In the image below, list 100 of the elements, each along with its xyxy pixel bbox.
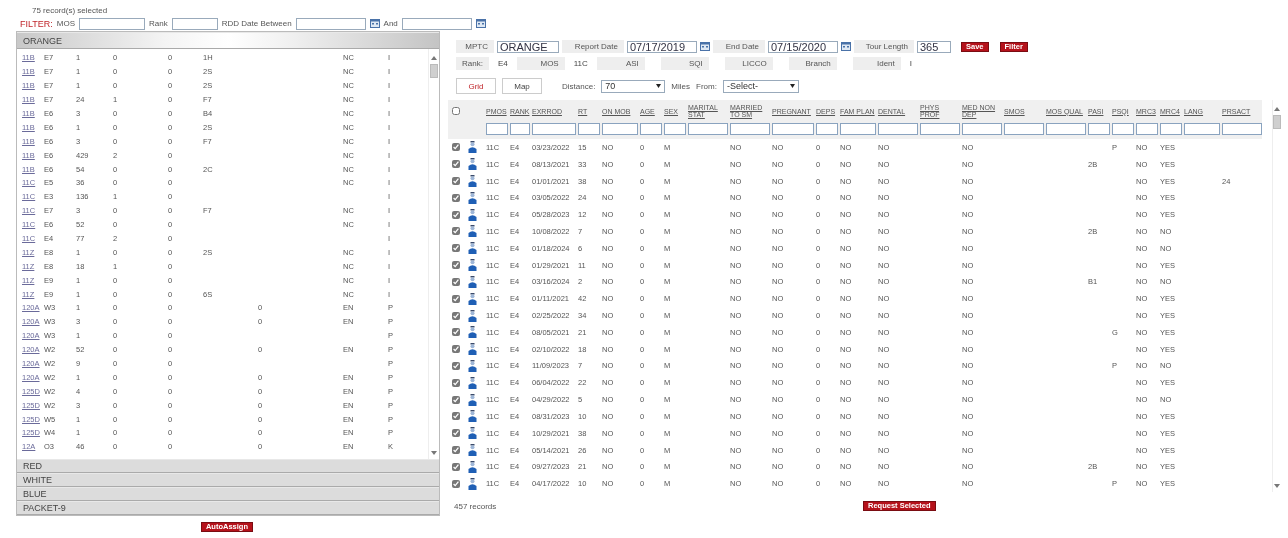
row-checkbox[interactable] bbox=[452, 193, 460, 202]
date-field[interactable] bbox=[295, 17, 366, 30]
row-checkbox[interactable] bbox=[452, 361, 460, 370]
column-filter-field[interactable] bbox=[962, 123, 1002, 135]
person-icon[interactable] bbox=[468, 191, 477, 204]
row-checkbox[interactable] bbox=[452, 412, 460, 421]
select-all-checkbox[interactable] bbox=[452, 107, 460, 115]
column-filter-field[interactable] bbox=[1046, 123, 1086, 135]
from-select[interactable]: -Select- bbox=[722, 79, 799, 93]
person-icon[interactable] bbox=[468, 158, 477, 171]
calendar-icon[interactable] bbox=[841, 42, 851, 51]
row-checkbox[interactable] bbox=[452, 294, 460, 303]
person-icon[interactable] bbox=[468, 326, 477, 339]
section-header[interactable]: BLUE bbox=[17, 487, 439, 501]
text-field[interactable] bbox=[171, 17, 218, 30]
column-filter-field[interactable] bbox=[772, 123, 814, 135]
person-icon[interactable] bbox=[468, 427, 477, 440]
column-filter-field[interactable] bbox=[816, 123, 838, 135]
column-filter-field[interactable] bbox=[640, 123, 662, 135]
row-checkbox[interactable] bbox=[452, 395, 460, 404]
column-filter-field[interactable] bbox=[602, 123, 638, 135]
column-filter-field[interactable] bbox=[532, 123, 576, 135]
column-filter-field[interactable] bbox=[840, 123, 876, 135]
row-checkbox[interactable] bbox=[452, 244, 460, 253]
distance-select[interactable]: 70 bbox=[601, 79, 666, 93]
row-checkbox[interactable] bbox=[452, 462, 460, 471]
person-icon[interactable] bbox=[468, 393, 477, 406]
column-filter-field[interactable] bbox=[1136, 123, 1158, 135]
column-filter-field[interactable] bbox=[510, 123, 530, 135]
date-field[interactable]: 07/17/2019 bbox=[627, 40, 697, 53]
scroll-down-icon[interactable] bbox=[1274, 483, 1280, 489]
date-field[interactable]: 07/15/2020 bbox=[768, 40, 838, 53]
text-field[interactable]: ORANGE bbox=[497, 40, 559, 53]
column-filter-field[interactable] bbox=[486, 123, 508, 135]
column-filter-field[interactable] bbox=[730, 123, 770, 135]
column-filter-field[interactable] bbox=[688, 123, 728, 135]
caret-icon bbox=[789, 84, 795, 88]
row-checkbox[interactable] bbox=[452, 328, 460, 337]
person-icon[interactable] bbox=[468, 225, 477, 238]
person-icon[interactable] bbox=[468, 141, 477, 154]
column-filter-field[interactable] bbox=[1184, 123, 1220, 135]
row-checkbox[interactable] bbox=[452, 177, 460, 186]
text-field[interactable]: 365 bbox=[917, 40, 951, 53]
scrollbar-thumb[interactable] bbox=[1273, 115, 1281, 129]
section-header[interactable]: ORANGE bbox=[17, 32, 439, 49]
column-filter-field[interactable] bbox=[1112, 123, 1134, 135]
person-icon[interactable] bbox=[468, 460, 477, 473]
row-checkbox[interactable] bbox=[452, 446, 460, 455]
row-checkbox[interactable] bbox=[452, 345, 460, 354]
calendar-icon[interactable] bbox=[369, 19, 380, 29]
row-checkbox[interactable] bbox=[452, 479, 460, 488]
row-checkbox[interactable] bbox=[452, 311, 460, 320]
row-checkbox[interactable] bbox=[452, 261, 460, 270]
row-checkbox[interactable] bbox=[452, 429, 460, 438]
calendar-icon[interactable] bbox=[700, 42, 710, 51]
person-icon[interactable] bbox=[468, 175, 477, 188]
row-checkbox[interactable] bbox=[452, 378, 460, 387]
record-count: 457 records bbox=[453, 501, 498, 511]
person-icon[interactable] bbox=[468, 477, 477, 490]
column-filter-field[interactable] bbox=[1222, 123, 1262, 135]
view-tab[interactable]: Map bbox=[502, 78, 542, 94]
column-filter-field[interactable] bbox=[878, 123, 918, 135]
view-tab[interactable]: Grid bbox=[456, 78, 496, 94]
section-header[interactable]: RED bbox=[17, 459, 439, 473]
section-header[interactable]: PACKET-9 bbox=[17, 501, 439, 515]
person-icon[interactable] bbox=[468, 275, 477, 288]
person-icon[interactable] bbox=[468, 444, 477, 457]
column-filter-field[interactable] bbox=[1160, 123, 1182, 135]
column-filter-field[interactable] bbox=[578, 123, 600, 135]
date-field[interactable] bbox=[401, 17, 472, 30]
person-icon[interactable] bbox=[468, 242, 477, 255]
column-filter-field[interactable] bbox=[920, 123, 960, 135]
field-label: Rank bbox=[149, 19, 168, 29]
column-filter-field[interactable] bbox=[664, 123, 686, 135]
person-icon[interactable] bbox=[468, 259, 477, 272]
row-checkbox[interactable] bbox=[452, 227, 460, 236]
scroll-up-icon[interactable] bbox=[1274, 106, 1280, 112]
row-checkbox[interactable] bbox=[452, 210, 460, 219]
row-checkbox[interactable] bbox=[452, 277, 460, 286]
field-label: MOS bbox=[516, 57, 565, 70]
person-icon[interactable] bbox=[468, 343, 477, 356]
calendar-icon[interactable] bbox=[475, 19, 486, 29]
row-checkbox[interactable] bbox=[452, 143, 460, 152]
field-label: Report Date bbox=[562, 40, 624, 53]
column-filter-field[interactable] bbox=[1004, 123, 1044, 135]
selection-count: 75 record(s) selected bbox=[31, 6, 109, 17]
scrollbar-thumb[interactable] bbox=[430, 64, 438, 78]
scroll-up-icon[interactable] bbox=[431, 55, 437, 61]
person-icon[interactable] bbox=[468, 410, 477, 423]
row-checkbox[interactable] bbox=[452, 160, 460, 169]
person-icon[interactable] bbox=[468, 309, 477, 322]
person-icon[interactable] bbox=[468, 208, 477, 221]
column-filter-field[interactable] bbox=[1088, 123, 1110, 135]
person-icon[interactable] bbox=[468, 376, 477, 389]
section-header[interactable]: WHITE bbox=[17, 473, 439, 487]
person-icon[interactable] bbox=[468, 292, 477, 305]
field-label: End Date bbox=[713, 40, 765, 53]
scroll-down-icon[interactable] bbox=[431, 450, 437, 456]
person-icon[interactable] bbox=[468, 359, 477, 372]
text-field[interactable] bbox=[79, 17, 146, 30]
